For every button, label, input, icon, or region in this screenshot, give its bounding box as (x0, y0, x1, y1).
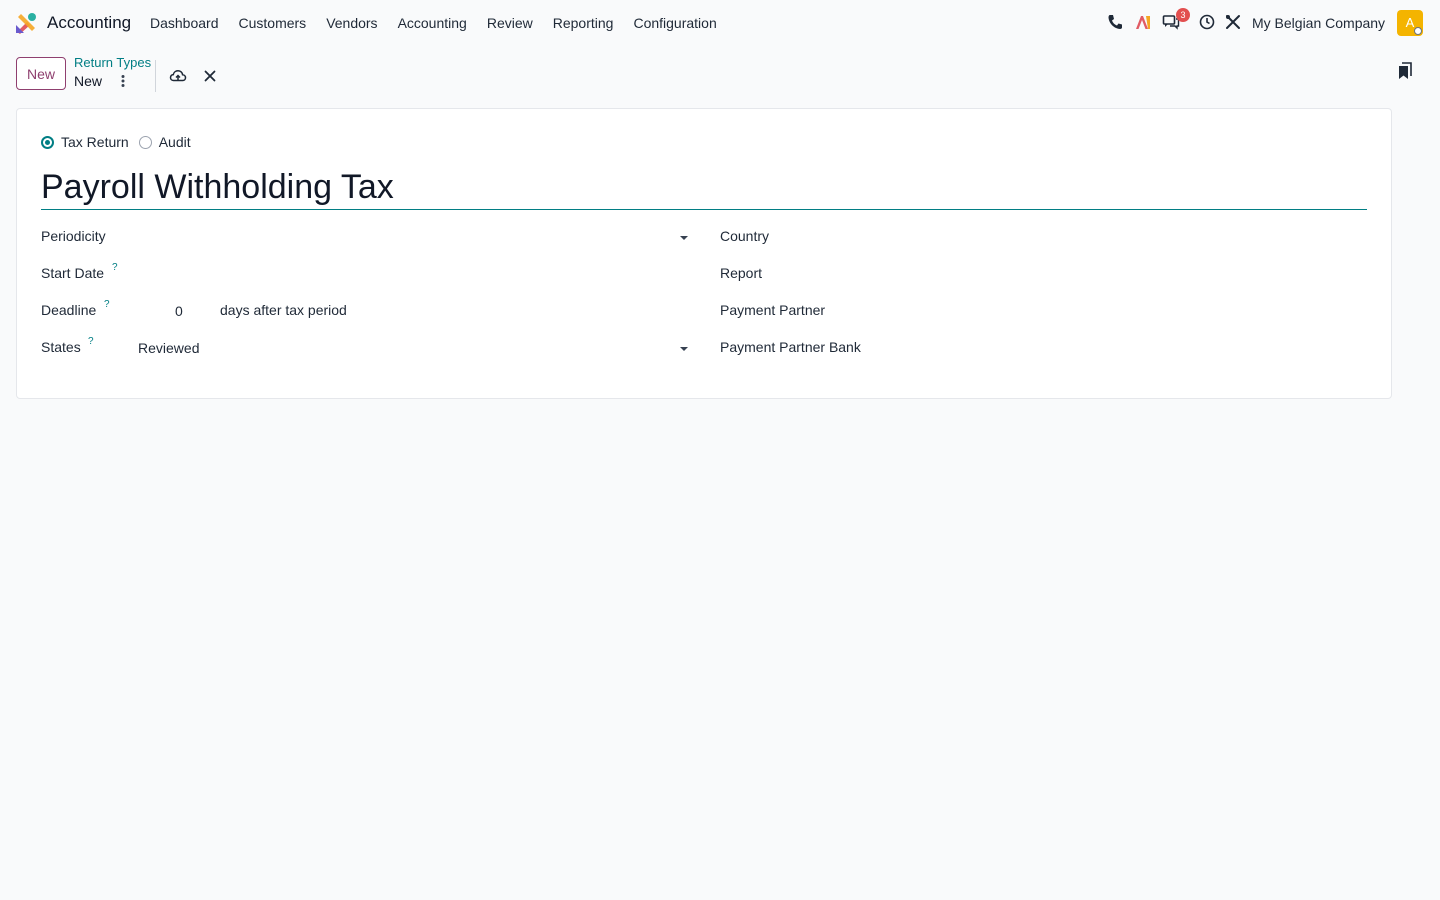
radio-tax-return[interactable] (41, 135, 54, 149)
deadline-days-input[interactable]: 0 (175, 303, 183, 319)
phone-icon[interactable] (1106, 13, 1124, 31)
states-help-icon[interactable]: ? (88, 336, 94, 347)
country-label: Country (720, 228, 770, 244)
states-select[interactable]: Reviewed (138, 340, 199, 356)
breadcrumb-current: New (74, 73, 103, 89)
start-date-label: Start Date (41, 265, 105, 281)
payment-partner-label: Payment Partner (720, 302, 826, 318)
states-label: States (41, 339, 81, 355)
return-type-radio-group: Tax Return Audit (41, 134, 201, 150)
radio-tax-return-label[interactable]: Tax Return (61, 134, 129, 150)
return-type-name-input[interactable]: Payroll Withholding Tax (41, 165, 1367, 210)
top-navbar: Accounting Dashboard Customers Vendors A… (0, 0, 1440, 46)
form-sheet (16, 108, 1392, 399)
menu-customers[interactable]: Customers (239, 15, 307, 31)
tools-icon[interactable] (1224, 13, 1242, 31)
actions-menu-icon[interactable] (118, 73, 128, 89)
company-switcher[interactable]: My Belgian Company (1252, 15, 1385, 31)
bookmark-icon[interactable] (1397, 62, 1413, 80)
control-divider (155, 60, 156, 92)
accounting-app-icon[interactable] (15, 12, 37, 34)
save-cloud-icon[interactable] (169, 67, 187, 85)
discard-icon[interactable] (203, 69, 217, 83)
menu-review[interactable]: Review (487, 15, 533, 31)
report-label: Report (720, 265, 763, 281)
menu-dashboard[interactable]: Dashboard (150, 15, 219, 31)
presence-indicator (1414, 27, 1422, 35)
periodicity-dropdown-icon[interactable] (680, 236, 688, 240)
menu-reporting[interactable]: Reporting (553, 15, 614, 31)
clock-icon[interactable] (1198, 13, 1216, 31)
payment-partner-bank-label: Payment Partner Bank (720, 339, 861, 355)
radio-audit[interactable] (138, 135, 152, 149)
app-name[interactable]: Accounting (47, 13, 131, 33)
deadline-label: Deadline (41, 302, 97, 318)
new-button[interactable]: New (16, 57, 66, 90)
menu-vendors[interactable]: Vendors (326, 15, 377, 31)
ai-icon[interactable] (1134, 13, 1152, 31)
main-menu: Dashboard Customers Vendors Accounting R… (150, 15, 717, 31)
breadcrumb-return-types[interactable]: Return Types (74, 55, 151, 70)
radio-audit-label[interactable]: Audit (159, 134, 191, 150)
start-date-help-icon[interactable]: ? (112, 262, 118, 273)
menu-configuration[interactable]: Configuration (633, 15, 716, 31)
deadline-suffix: days after tax period (220, 302, 347, 318)
deadline-help-icon[interactable]: ? (104, 299, 110, 310)
messages-badge: 3 (1176, 8, 1190, 22)
periodicity-label: Periodicity (41, 228, 106, 244)
menu-accounting[interactable]: Accounting (398, 15, 467, 31)
states-dropdown-icon[interactable] (680, 347, 688, 351)
